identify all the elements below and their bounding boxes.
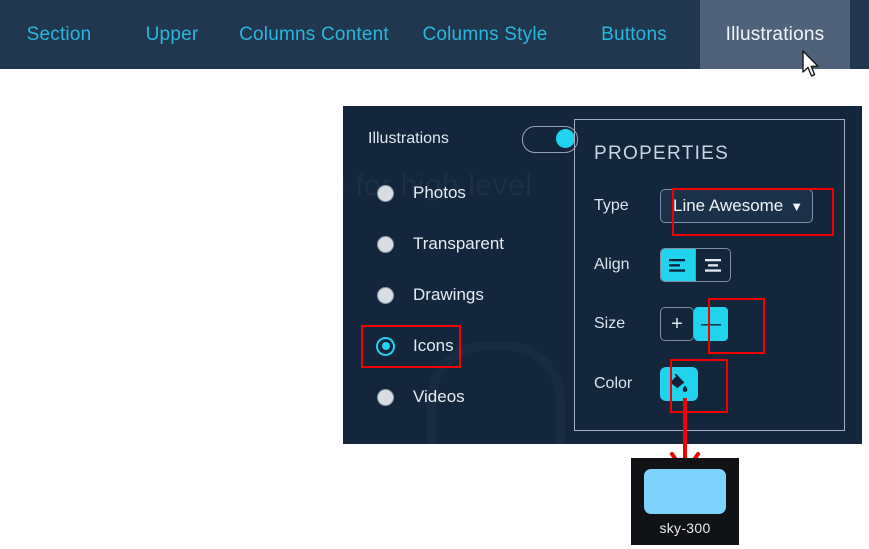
tab-upper-label: Upper: [145, 23, 199, 45]
plus-icon: +: [671, 312, 683, 335]
chevron-down-icon: ▼: [790, 198, 804, 214]
radio-option-photos-label: Photos: [413, 183, 466, 202]
property-row-align: Align: [594, 243, 731, 287]
illustrations-left-column: Illustrations Photos Transparent Drawing…: [361, 124, 578, 431]
radio-icon: [378, 236, 393, 252]
property-label-type: Type: [594, 197, 629, 214]
type-select-value: Line Awesome: [673, 196, 784, 215]
align-segmented-control: [660, 248, 731, 282]
align-center-icon: [705, 258, 721, 272]
tab-columns-style[interactable]: Columns Style: [402, 0, 568, 69]
illustrations-toggle-row: Illustrations: [368, 124, 578, 154]
tab-buttons-label: Buttons: [601, 23, 667, 45]
tab-columns-content-label: Columns Content: [239, 23, 389, 45]
minus-icon: —: [701, 312, 721, 335]
radio-icon-selected: [378, 338, 393, 354]
type-select[interactable]: Line Awesome ▼: [660, 189, 814, 223]
property-row-color: Color: [594, 359, 728, 413]
property-label-align: Align: [594, 256, 630, 273]
radio-icon: [378, 185, 393, 201]
illustrations-toggle-label: Illustrations: [368, 130, 449, 147]
tab-buttons[interactable]: Buttons: [568, 0, 700, 69]
tab-illustrations[interactable]: Illustrations: [700, 0, 850, 69]
radio-option-videos-label: Videos: [413, 387, 465, 406]
color-picker-button[interactable]: [660, 367, 698, 401]
tab-columns-style-label: Columns Style: [422, 23, 548, 45]
radio-icon: [378, 389, 393, 405]
color-swatch-chip[interactable]: [644, 469, 726, 514]
properties-panel: PROPERTIES Type Line Awesome ▼ Align Siz…: [574, 119, 845, 431]
align-left-button[interactable]: [661, 249, 695, 281]
size-decrease-button[interactable]: —: [694, 307, 728, 341]
radio-icon: [378, 287, 393, 303]
align-center-button[interactable]: [695, 249, 730, 281]
radio-option-drawings[interactable]: Drawings: [368, 278, 578, 312]
radio-option-videos[interactable]: Videos: [368, 380, 578, 414]
illustration-type-radio-group: Photos Transparent Drawings Icons Videos: [361, 176, 578, 414]
tab-columns-content[interactable]: Columns Content: [226, 0, 402, 69]
paint-bucket-icon: [670, 374, 688, 392]
tab-illustrations-label: Illustrations: [725, 23, 825, 45]
radio-option-transparent-label: Transparent: [413, 234, 505, 253]
illustrations-toggle[interactable]: [522, 125, 578, 153]
radio-option-transparent[interactable]: Transparent: [368, 227, 578, 261]
tab-section[interactable]: Section: [0, 0, 118, 69]
color-swatch-tooltip: sky-300: [631, 458, 739, 545]
property-label-color: Color: [594, 375, 633, 392]
radio-option-icons-label: Icons: [413, 336, 454, 355]
toggle-knob: [556, 128, 575, 148]
size-increase-button[interactable]: +: [660, 307, 694, 341]
radio-option-icons[interactable]: Icons: [361, 325, 578, 368]
radio-option-photos[interactable]: Photos: [368, 176, 578, 210]
tab-bar: Section Upper Columns Content Columns St…: [0, 0, 869, 69]
properties-title: PROPERTIES: [594, 143, 730, 164]
property-row-type: Type Line Awesome ▼: [594, 184, 834, 236]
color-swatch-name: sky-300: [659, 520, 711, 536]
illustrations-panel: s for high level Illustrations Photos Tr…: [331, 106, 862, 444]
property-row-size: Size + —: [594, 298, 765, 354]
radio-option-drawings-label: Drawings: [413, 285, 484, 304]
size-button-group: + —: [660, 307, 728, 341]
tab-section-label: Section: [26, 23, 92, 45]
tab-upper[interactable]: Upper: [118, 0, 226, 69]
align-left-icon: [669, 258, 685, 272]
property-label-size: Size: [594, 315, 626, 332]
